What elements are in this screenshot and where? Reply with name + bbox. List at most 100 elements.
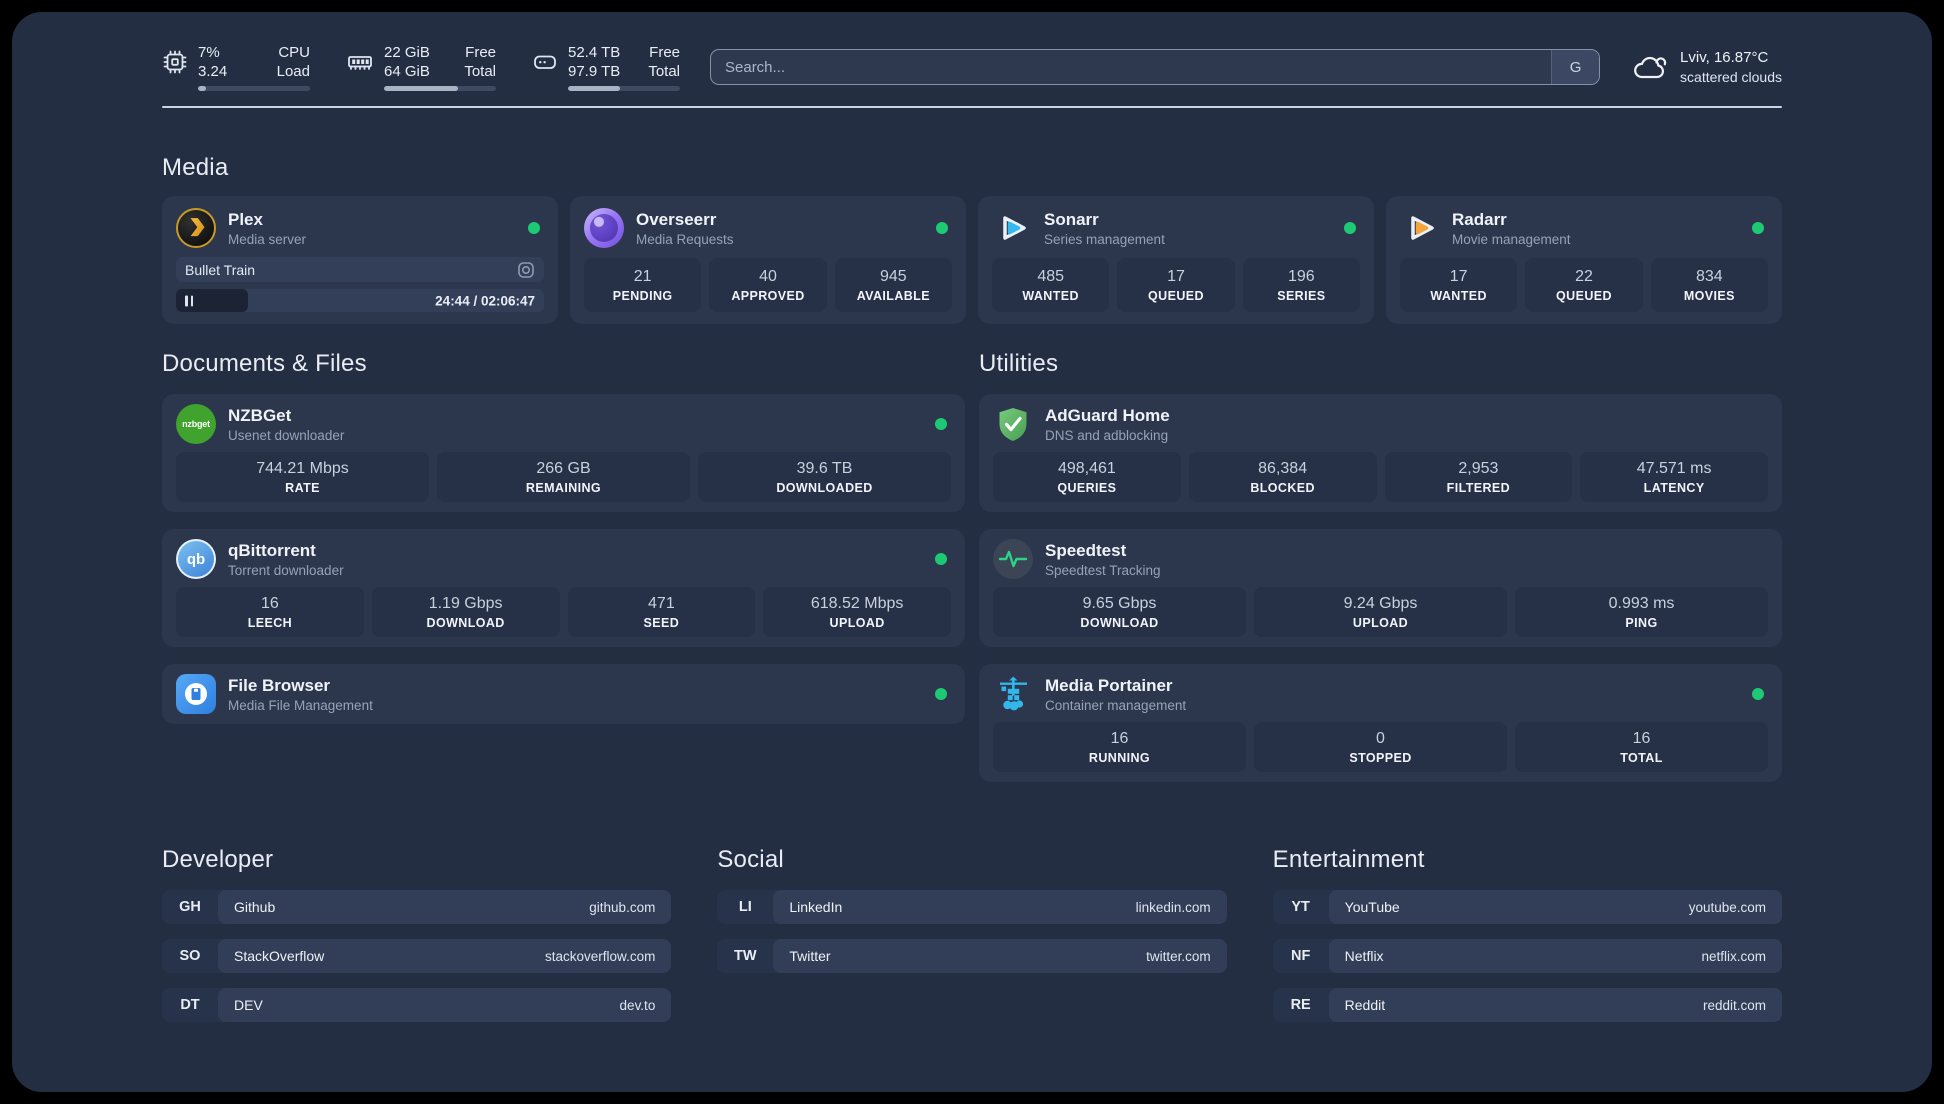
search-provider-button[interactable]: G [1551, 50, 1600, 84]
status-online-dot [936, 222, 948, 234]
stat-value: 17 [1167, 268, 1185, 285]
search-input[interactable] [711, 50, 1552, 84]
app-card-overseerr[interactable]: Overseerr Media Requests 21 PENDING 40 A… [570, 196, 966, 324]
portainer-icon [993, 674, 1033, 714]
stat-tile: 485 WANTED [992, 258, 1110, 312]
app-card-sonarr[interactable]: Sonarr Series management 485 WANTED 17 Q… [978, 196, 1374, 324]
app-card-filebrowser[interactable]: File Browser Media File Management [162, 664, 965, 724]
app-card-plex[interactable]: Plex Media server Bullet Train 24:44 / 0… [162, 196, 558, 324]
stat-value: 485 [1037, 268, 1065, 285]
search-bar: G [710, 49, 1601, 85]
disk-icon [534, 55, 556, 69]
bookmark-dev[interactable]: DT DEV dev.to [162, 988, 672, 1022]
disk-free-value: 52.4 TB [568, 44, 621, 61]
section-title-entertainment: Entertainment [1272, 846, 1425, 873]
stat-tile: 196 SERIES [1242, 258, 1360, 312]
bookmark-name: StackOverflow [234, 948, 325, 964]
section-title-developer: Developer [162, 846, 274, 873]
status-online-dot [1344, 222, 1356, 234]
stat-label: UPLOAD [1352, 616, 1409, 630]
bookmark-abbr: SO [179, 948, 201, 964]
stat-tile: 0.993 ms PING [1515, 587, 1768, 637]
bookmark-url: youtube.com [1688, 899, 1766, 915]
app-card-qbittorrent[interactable]: qb qBittorrent Torrent downloader 16 LEE… [162, 529, 965, 647]
app-name: Speedtest [1045, 540, 1127, 560]
bookmark-url: reddit.com [1702, 997, 1766, 1013]
qbittorrent-icon: qb [176, 539, 216, 579]
bookmark-youtube[interactable]: YT YouTube youtube.com [1272, 890, 1782, 924]
bookmark-abbr: YT [1291, 899, 1310, 915]
bookmark-github[interactable]: GH Github github.com [162, 890, 672, 924]
stat-label: DOWNLOAD [1080, 616, 1159, 630]
stat-tile: 471 SEED [567, 587, 756, 637]
pause-icon[interactable] [185, 295, 193, 306]
bookmark-linkedin[interactable]: LI LinkedIn linkedin.com [717, 890, 1227, 924]
section-title-social: Social [717, 846, 784, 873]
player-view-icon[interactable] [517, 261, 535, 279]
bookmarks-section: Developer GH Github github.com SO StackO… [162, 846, 1782, 1022]
ram-icon [348, 56, 372, 70]
stat-tile: 498,461 QUERIES [993, 452, 1181, 502]
app-name: Sonarr [1044, 209, 1099, 229]
weather-condition: scattered clouds [1680, 69, 1782, 85]
stat-value: 40 [759, 268, 777, 285]
weather-widget[interactable]: Lviv, 16.87°C scattered clouds [1630, 48, 1782, 86]
app-subtitle: Usenet downloader [228, 427, 345, 443]
bookmark-abbr: RE [1290, 997, 1311, 1013]
bookmark-netflix[interactable]: NF Netflix netflix.com [1272, 939, 1782, 973]
bookmark-group-developer: Developer GH Github github.com SO StackO… [162, 846, 672, 1022]
stat-tile: 9.24 Gbps UPLOAD [1254, 587, 1507, 637]
app-card-nzbget[interactable]: nzbget NZBGet Usenet downloader 744.21 M… [162, 394, 965, 512]
bookmark-url: twitter.com [1146, 948, 1211, 964]
stat-label: QUERIES [1057, 481, 1117, 495]
stat-label: RATE [285, 481, 320, 495]
now-playing-row: Bullet Train [176, 257, 544, 282]
stat-value: 9.65 Gbps [1082, 595, 1157, 612]
cpu-progress-track [198, 86, 310, 91]
stat-value: 86,384 [1258, 460, 1308, 477]
sonarr-icon [992, 208, 1032, 248]
app-subtitle: DNS and adblocking [1045, 427, 1169, 443]
stat-label: RUNNING [1088, 751, 1151, 765]
stat-label: WANTED [1430, 289, 1487, 303]
app-name: Media Portainer [1045, 675, 1173, 695]
disk-progress-track [568, 86, 680, 91]
app-card-adguard[interactable]: AdGuard Home DNS and adblocking 498,461 … [979, 394, 1782, 512]
bookmark-twitter[interactable]: TW Twitter twitter.com [717, 939, 1227, 973]
stat-value: 47.571 ms [1636, 460, 1712, 477]
cpu-stat-widget: 7% 3.24 CPU Load [162, 43, 310, 91]
ram-free-label: Free [465, 44, 496, 61]
ram-total-label: Total [464, 63, 496, 80]
stat-value: 39.6 TB [796, 460, 853, 477]
section-title-utilities: Utilities [979, 350, 1059, 377]
bookmark-reddit[interactable]: RE Reddit reddit.com [1272, 988, 1782, 1022]
utilities-column: Utilities AdGuard Home DNS and adblockin… [979, 350, 1782, 782]
stat-value: 17 [1449, 268, 1468, 285]
bookmark-group-entertainment: Entertainment YT YouTube youtube.com NF … [1272, 846, 1782, 1022]
stat-value: 21 [633, 268, 652, 285]
cpu-usage-label: CPU [278, 44, 310, 61]
ram-free-value: 22 GiB [384, 44, 430, 61]
stat-label: TOTAL [1620, 751, 1663, 765]
topbar-divider [162, 106, 1782, 108]
bookmark-url: github.com [589, 899, 656, 915]
adguard-icon [993, 404, 1033, 444]
app-card-speedtest[interactable]: Speedtest Speedtest Tracking 9.65 Gbps D… [979, 529, 1782, 647]
dashboard-panel: 7% 3.24 CPU Load 22 GiB 64 GiB Free Tota… [12, 12, 1932, 1092]
app-name: AdGuard Home [1045, 405, 1170, 425]
stat-value: 0 [1376, 730, 1385, 747]
bookmark-name: Netflix [1344, 948, 1384, 964]
bookmark-stackoverflow[interactable]: SO StackOverflow stackoverflow.com [162, 939, 672, 973]
weather-location-temp: Lviv, 16.87°C [1680, 49, 1769, 66]
app-card-radarr[interactable]: Radarr Movie management 17 WANTED 22 QUE… [1386, 196, 1782, 324]
app-subtitle: Torrent downloader [228, 562, 344, 578]
stat-label: LEECH [247, 616, 293, 630]
documents-column: Documents & Files nzbget NZBGet Usenet d… [162, 350, 965, 724]
app-card-portainer[interactable]: Media Portainer Container management 16 … [979, 664, 1782, 782]
playback-time: 24:44 / 02:06:47 [435, 293, 535, 308]
disk-stat-widget: 52.4 TB 97.9 TB Free Total [532, 43, 680, 91]
playback-progress-bar[interactable]: 24:44 / 02:06:47 [176, 289, 544, 312]
stat-label: AVAILABLE [856, 289, 930, 303]
overseerr-icon [584, 208, 624, 248]
stat-tile: 16 RUNNING [993, 722, 1246, 772]
